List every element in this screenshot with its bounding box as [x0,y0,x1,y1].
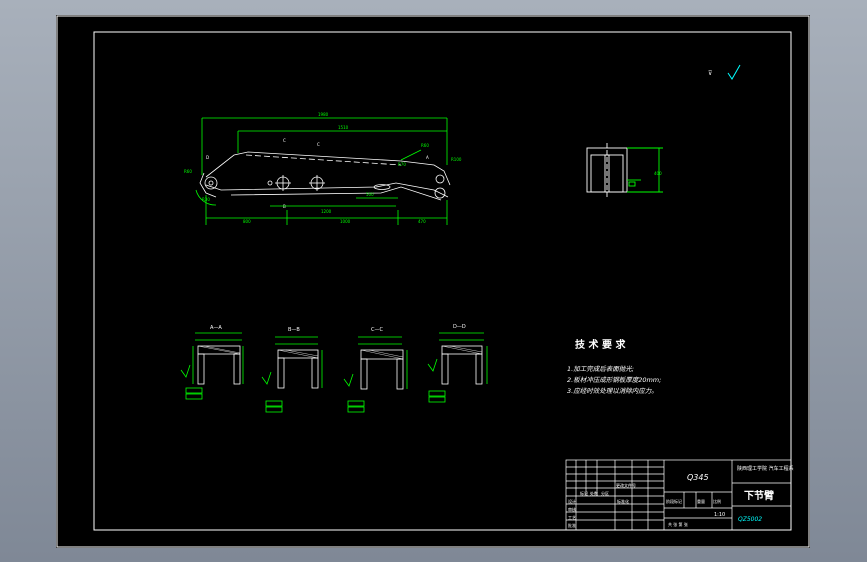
section-label: C—C [371,327,383,333]
svg-text:C: C [317,142,320,147]
side-view: 400 [586,143,663,197]
tb-scale-label: 比例 [713,498,721,504]
tb-std: 标准化 [617,498,629,504]
svg-text:C: C [283,138,286,143]
section-label: A—A [210,325,222,331]
svg-text:A: A [426,155,429,160]
section-a: A—A [180,325,244,400]
svg-text:R60: R60 [184,169,192,174]
tb-check: 审核 [568,506,576,512]
tb-scale: 1:10 [714,512,725,518]
company: 陕西理工学院 汽车工程系 [737,465,794,472]
tech-requirements: 技 术 要 求 1.加工完成后表面抛光; 2.板材冲压成形钢板厚度20mm; 3… [567,338,661,395]
svg-text:1200: 1200 [321,209,332,214]
tb-design: 设计 [568,498,576,504]
svg-text:400: 400 [654,171,662,176]
svg-text:800: 800 [243,219,251,224]
tb-doc: 更改文件号 [616,482,636,488]
tb-zone: 分区 [601,490,609,496]
roughness-symbol-icon: ⊽ [708,64,741,80]
outer-frame [56,15,810,548]
tech-item: 3.应经时效处理以消除内应力。 [567,387,658,395]
section-b: B—B [261,327,323,413]
svg-text:1980: 1980 [318,112,329,117]
svg-text:470: 470 [418,219,426,224]
svg-text:R60: R60 [421,143,429,148]
tb-approve: 批准 [568,522,576,528]
inner-frame [93,31,792,531]
tb-count: 处数 [590,490,598,496]
svg-text:1510: 1510 [338,125,349,130]
section-label: B—B [288,327,300,333]
svg-text:R70: R70 [398,162,406,167]
drawing-number: QZ5002 [738,516,762,523]
part-name: 下节臂 [744,489,774,502]
tb-sheets: 共 张 第 张 [668,521,688,527]
tech-item: 2.板材冲压成形钢板厚度20mm; [567,376,661,384]
svg-text:B: B [283,204,286,209]
tb-mark: 标记 [580,490,588,496]
tech-title: 技 术 要 求 [575,338,626,351]
svg-text:R100: R100 [451,157,462,162]
section-c: C—C [343,327,408,413]
tb-weight: 重量 [697,498,705,504]
section-label: D—D [453,324,466,330]
section-d: D—D [427,324,488,403]
drawing-canvas: ⊽ 1980 1510 D C C B A 800 1000 470 1200 … [56,15,810,548]
main-view: 1980 1510 D C C B A 800 1000 470 1200 50… [184,112,462,225]
drawing-sheet: ⊽ 1980 1510 D C C B A 800 1000 470 1200 … [56,15,810,548]
roughness-label: ⊽ [708,70,712,77]
svg-text:1000: 1000 [340,219,351,224]
svg-text:D: D [206,155,209,160]
svg-text:500: 500 [366,192,374,197]
tb-process: 工艺 [568,515,576,520]
tech-item: 1.加工完成后表面抛光; [567,365,634,373]
tb-stage: 阶段标记 [666,498,682,504]
material: Q345 [687,473,709,482]
